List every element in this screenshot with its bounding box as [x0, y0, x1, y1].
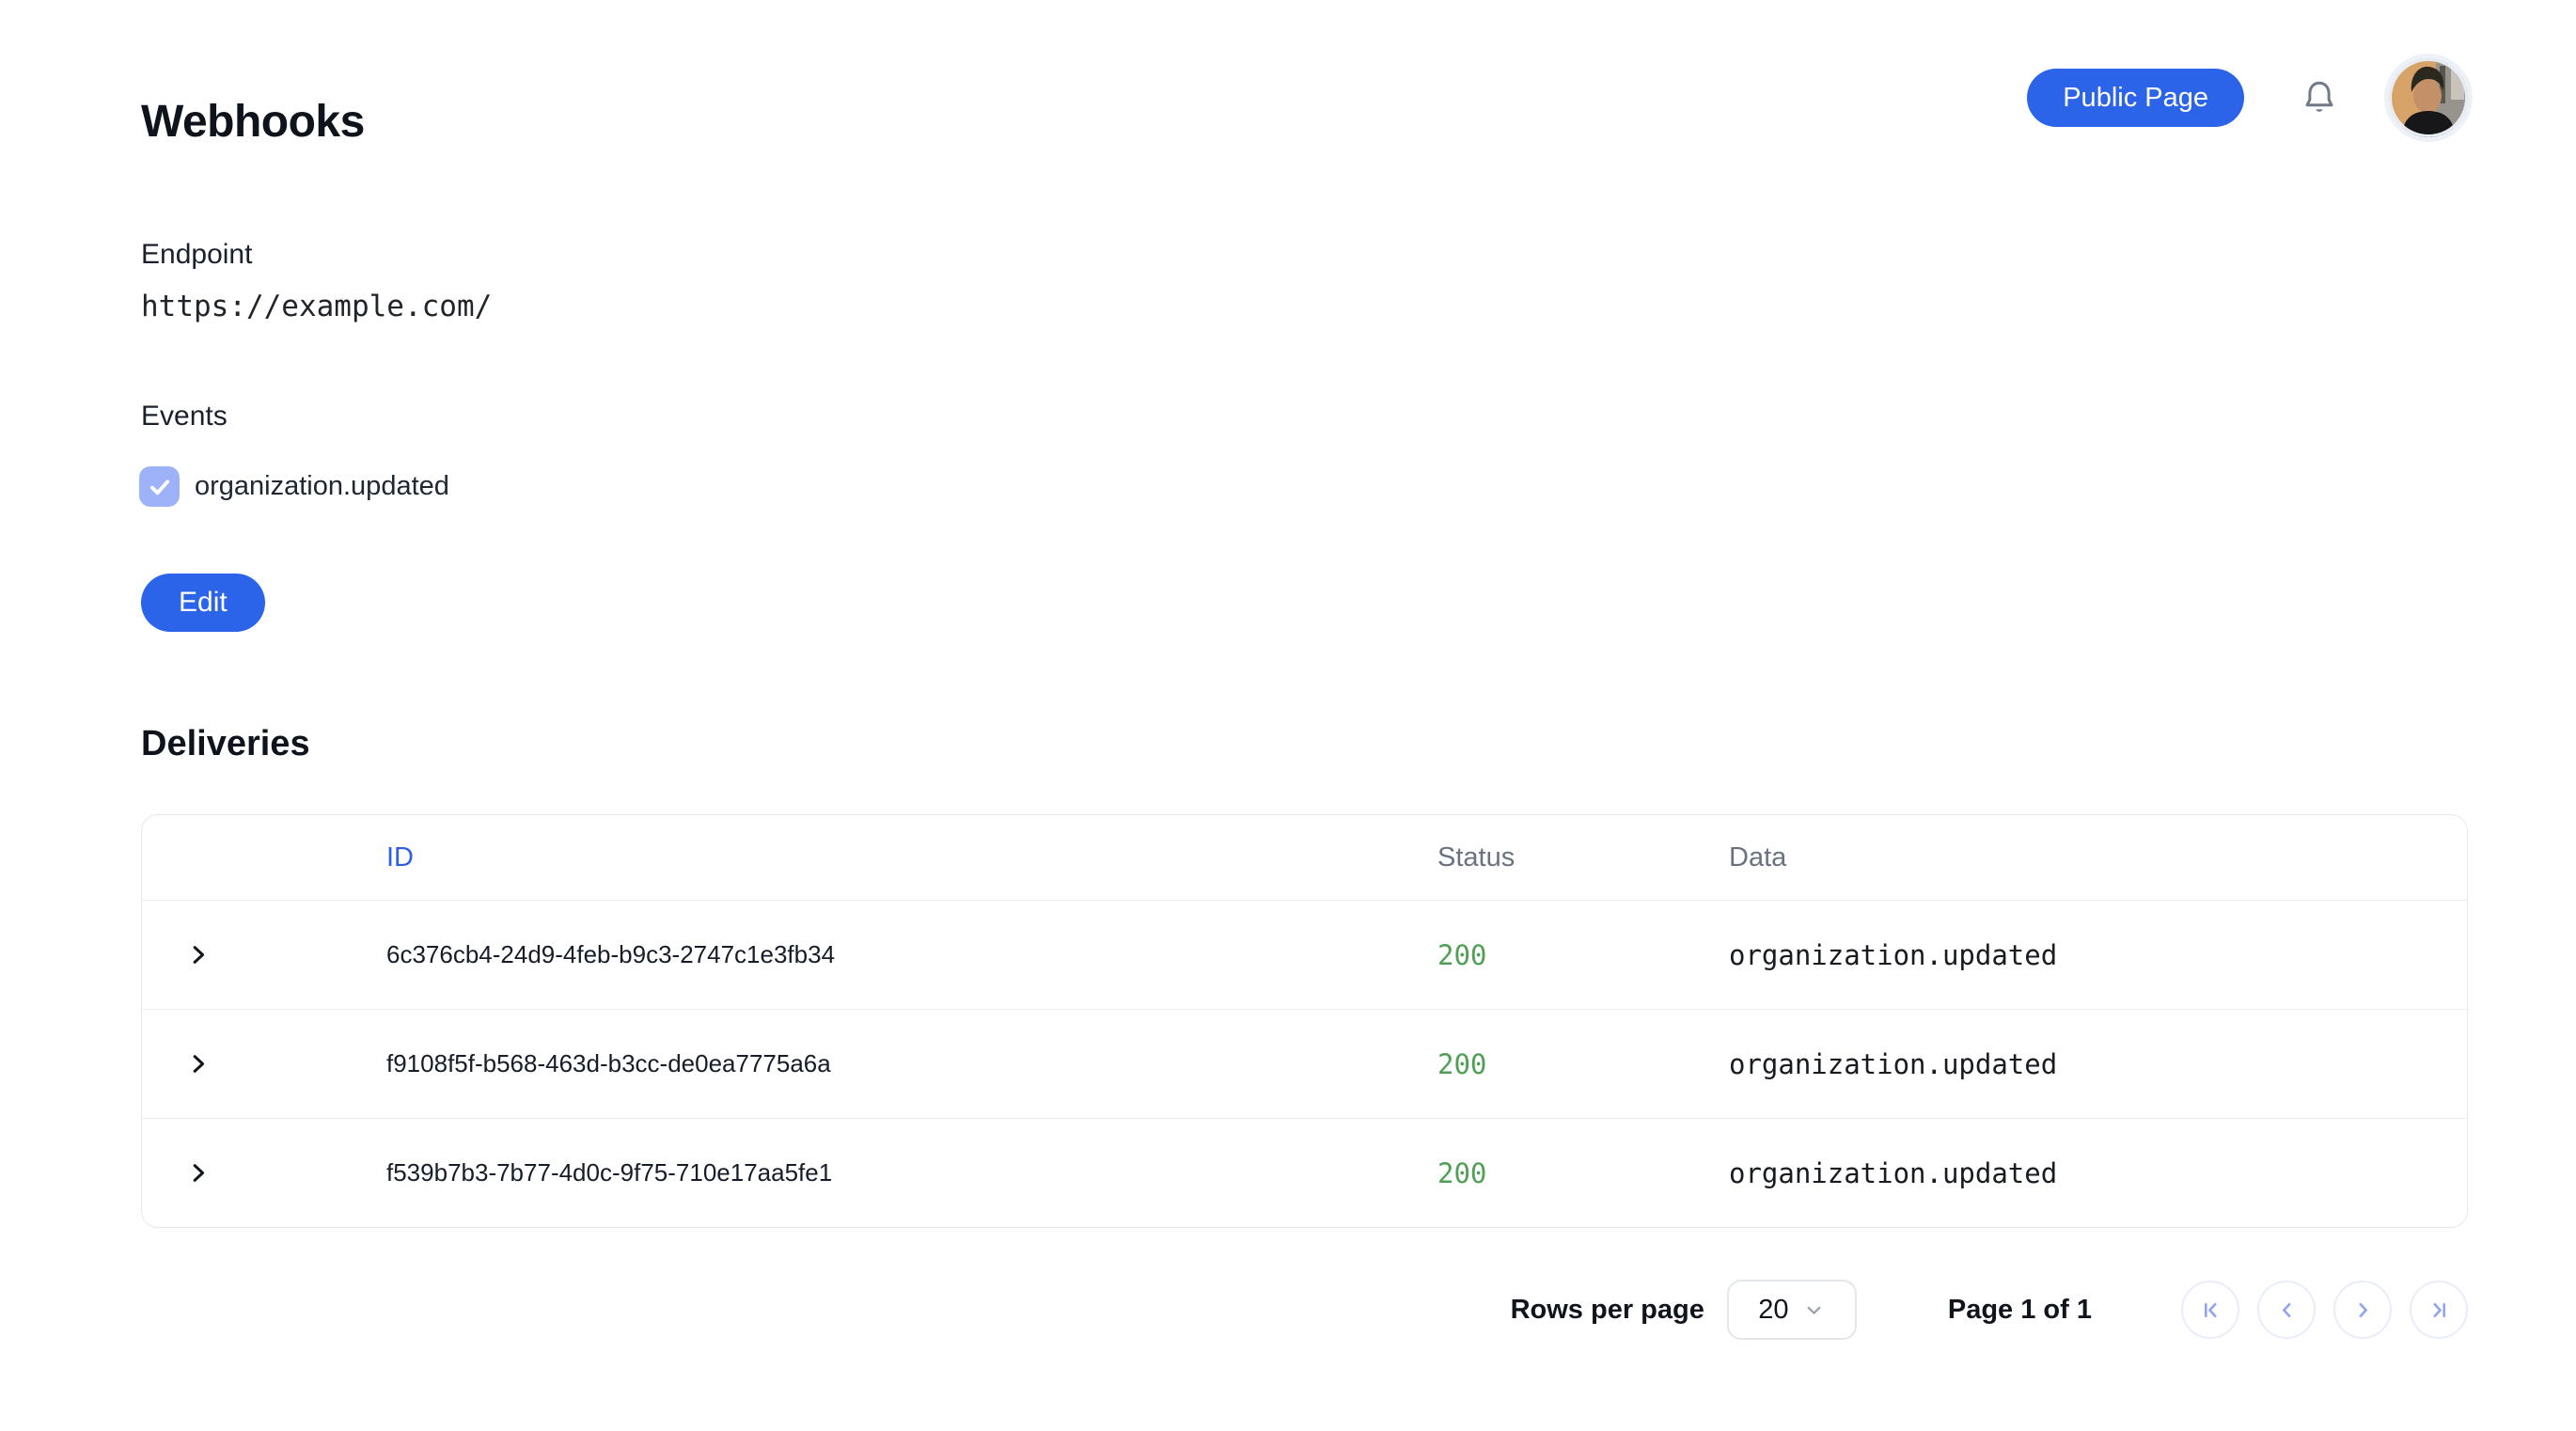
- delivery-id: f9108f5f-b568-463d-b3cc-de0ea7775a6a: [386, 1049, 831, 1077]
- user-avatar[interactable]: [2389, 58, 2468, 137]
- topbar: Public Page: [2027, 58, 2468, 137]
- last-page-button[interactable]: [2410, 1281, 2468, 1339]
- deliveries-title: Deliveries: [141, 723, 310, 763]
- delivery-status: 200: [1437, 938, 1487, 971]
- next-page-button[interactable]: [2333, 1281, 2392, 1339]
- table-row[interactable]: f539b7b3-7b77-4d0c-9f75-710e17aa5fe1 200…: [142, 1118, 2467, 1227]
- endpoint-label: Endpoint: [141, 239, 253, 270]
- edit-button[interactable]: Edit: [141, 574, 265, 632]
- column-header-id[interactable]: ID: [386, 842, 1437, 873]
- table-row[interactable]: f9108f5f-b568-463d-b3cc-de0ea7775a6a 200…: [142, 1009, 2467, 1118]
- pagination-buttons: [2181, 1281, 2468, 1339]
- chevron-left-icon: [2282, 1302, 2290, 1317]
- pagination-bar: Rows per page 20 Page 1 of 1: [1511, 1279, 2468, 1341]
- skip-to-first-icon: [2204, 1302, 2216, 1317]
- chevron-down-icon: [1807, 1306, 1820, 1314]
- delivery-status: 200: [1437, 1047, 1487, 1080]
- event-item: organization.updated: [139, 466, 449, 507]
- rows-per-page-select[interactable]: 20: [1726, 1280, 1857, 1340]
- events-label: Events: [141, 401, 228, 432]
- delivery-id: f539b7b3-7b77-4d0c-9f75-710e17aa5fe1: [386, 1158, 833, 1187]
- table-header-row: ID Status Data: [142, 815, 2467, 900]
- row-expand-chevron-icon[interactable]: [183, 1159, 212, 1187]
- delivery-data: organization.updated: [1729, 938, 2058, 971]
- public-page-button[interactable]: Public Page: [2027, 69, 2244, 127]
- first-page-button[interactable]: [2181, 1281, 2239, 1339]
- deliveries-table: ID Status Data 6c376cb4-24d9-4feb-b9c3-2…: [141, 814, 2468, 1228]
- event-checkbox[interactable]: [139, 466, 180, 507]
- delivery-id: 6c376cb4-24d9-4feb-b9c3-2747c1e3fb34: [386, 940, 836, 968]
- page-indicator: Page 1 of 1: [1947, 1294, 2092, 1325]
- delivery-data: organization.updated: [1729, 1047, 2058, 1080]
- rows-per-page-value: 20: [1758, 1294, 1789, 1325]
- skip-to-last-icon: [2433, 1302, 2445, 1317]
- notifications-bell-icon[interactable]: [2299, 77, 2340, 118]
- rows-per-page-label: Rows per page: [1510, 1294, 1704, 1325]
- delivery-status: 200: [1437, 1156, 1487, 1189]
- column-header-status: Status: [1437, 841, 1516, 873]
- event-label: organization.updated: [195, 471, 449, 501]
- column-header-data: Data: [1729, 841, 1787, 873]
- page-title: Webhooks: [141, 97, 365, 148]
- chevron-right-icon: [2359, 1302, 2367, 1317]
- row-expand-chevron-icon[interactable]: [183, 1050, 212, 1078]
- table-row[interactable]: 6c376cb4-24d9-4feb-b9c3-2747c1e3fb34 200…: [142, 900, 2467, 1009]
- row-expand-chevron-icon[interactable]: [183, 941, 212, 969]
- delivery-data: organization.updated: [1729, 1156, 2058, 1189]
- endpoint-url: https://example.com/: [141, 290, 493, 323]
- check-icon: [149, 479, 169, 495]
- previous-page-button[interactable]: [2257, 1281, 2316, 1339]
